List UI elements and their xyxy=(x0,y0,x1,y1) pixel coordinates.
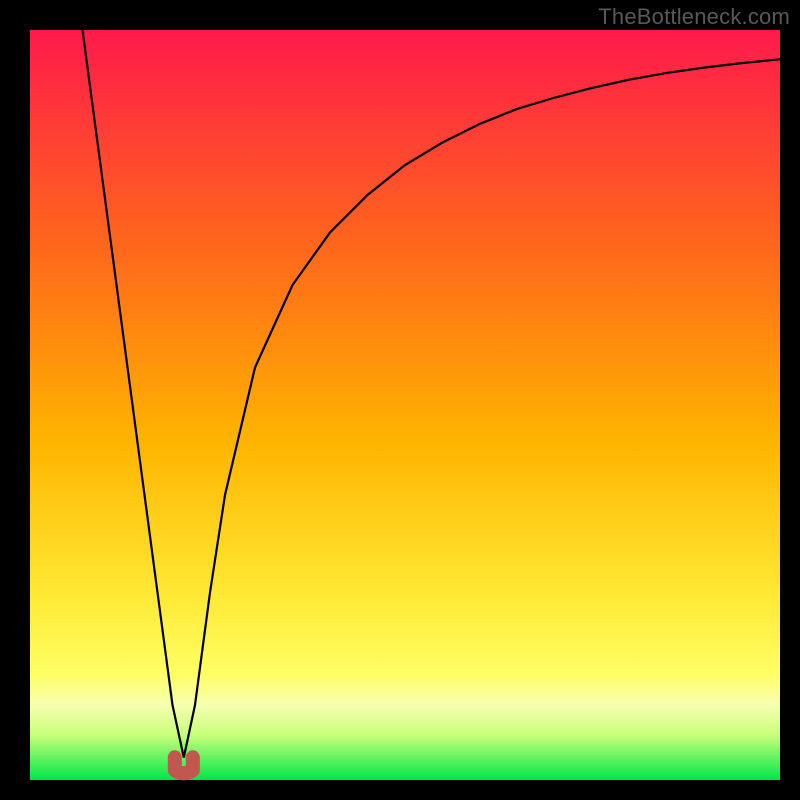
chart-frame: TheBottleneck.com xyxy=(0,0,800,800)
chart-svg xyxy=(0,0,800,800)
plot-background xyxy=(30,30,780,780)
watermark-text: TheBottleneck.com xyxy=(598,4,790,30)
